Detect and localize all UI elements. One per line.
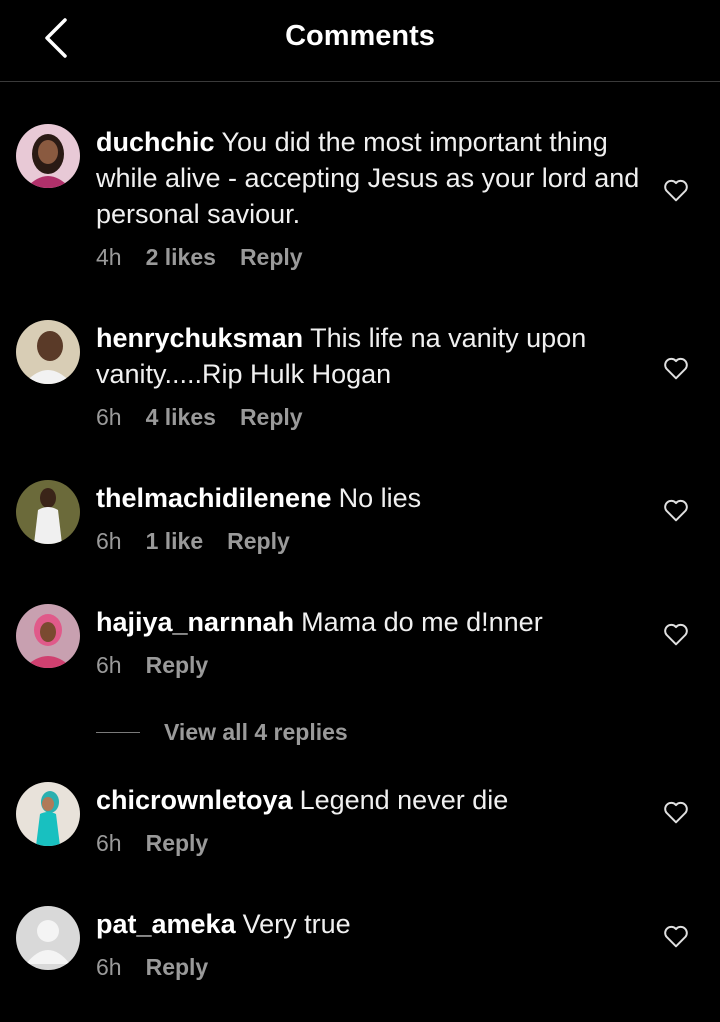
avatar[interactable] (16, 906, 80, 970)
reply-button[interactable]: Reply (146, 652, 209, 679)
default-user-icon (16, 906, 80, 970)
comment-time: 6h (96, 652, 122, 678)
heart-icon[interactable] (663, 178, 689, 202)
avatar[interactable] (16, 604, 80, 668)
avatar[interactable] (16, 320, 80, 384)
comment-time: 6h (96, 528, 122, 554)
avatar[interactable] (16, 480, 80, 544)
comment-time: 6h (96, 954, 122, 980)
header-bar: Comments (0, 0, 720, 82)
view-replies-button[interactable]: View all 4 replies (96, 712, 348, 752)
comment-meta: 6h Reply (96, 830, 646, 857)
comment-likes[interactable]: 1 like (146, 528, 204, 555)
avatar[interactable] (16, 124, 80, 188)
comment-text-block: chicrownletoya Legend never die (96, 782, 646, 818)
comment-username[interactable]: chicrownletoya (96, 785, 293, 815)
comment-username[interactable]: henrychuksman (96, 323, 303, 353)
comment-username[interactable]: thelmachidilenene (96, 483, 332, 513)
comment-username[interactable]: hajiya_narnnah (96, 607, 294, 637)
comment-text-block: duchchic You did the most important thing… (96, 124, 646, 232)
comment-time: 6h (96, 404, 122, 430)
reply-button[interactable]: Reply (146, 954, 209, 981)
comment-username[interactable]: pat_ameka (96, 909, 236, 939)
view-replies-label: View all 4 replies (164, 718, 348, 745)
comment-text-block: hajiya_narnnah Mama do me d!nner (96, 604, 646, 640)
comment-meta: 6h 4 likes Reply (96, 404, 646, 431)
replies-divider (96, 731, 140, 733)
heart-icon[interactable] (663, 800, 689, 824)
reply-button[interactable]: Reply (240, 244, 303, 271)
heart-icon[interactable] (663, 498, 689, 522)
comment-text: No lies (338, 483, 422, 513)
reply-button[interactable]: Reply (146, 830, 209, 857)
comment-time: 4h (96, 244, 122, 270)
comment-text: Mama do me d!nner (301, 607, 543, 637)
comment-meta: 6h Reply (96, 652, 646, 679)
comment-text-block: pat_ameka Very true (96, 906, 646, 942)
page-title: Comments (285, 20, 435, 52)
avatar[interactable] (16, 782, 80, 846)
comment-text: Legend never die (299, 785, 509, 815)
heart-icon[interactable] (663, 622, 689, 646)
comment-text-block: henrychuksman This life na vanity upon va… (96, 320, 646, 392)
comment-meta: 6h 1 like Reply (96, 528, 646, 555)
heart-icon[interactable] (663, 924, 689, 948)
comment-meta: 4h 2 likes Reply (96, 244, 646, 271)
heart-icon[interactable] (663, 356, 689, 380)
comment-time: 6h (96, 830, 122, 856)
comment-likes[interactable]: 4 likes (146, 404, 216, 431)
comment-text: Very true (242, 909, 351, 939)
comment-username[interactable]: duchchic (96, 127, 215, 157)
comment-meta: 6h Reply (96, 954, 646, 981)
comment-likes[interactable]: 2 likes (146, 244, 216, 271)
reply-button[interactable]: Reply (240, 404, 303, 431)
reply-button[interactable]: Reply (227, 528, 290, 555)
comment-text-block: thelmachidilenene No lies (96, 480, 646, 516)
